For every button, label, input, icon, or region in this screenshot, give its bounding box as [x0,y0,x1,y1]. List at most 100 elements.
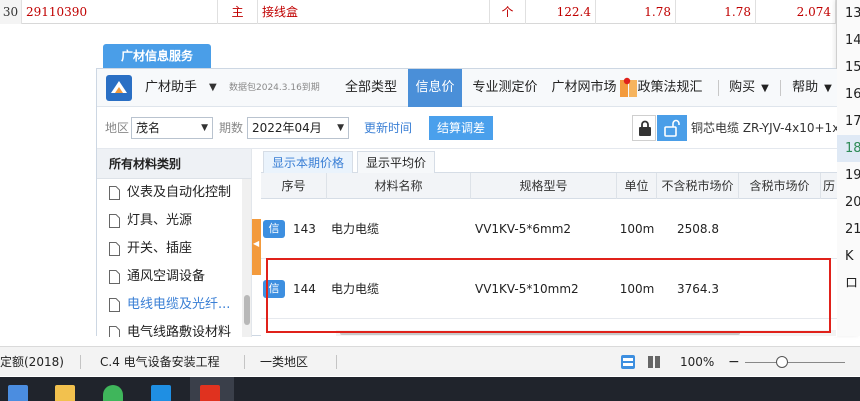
list-item[interactable]: 15 [837,54,860,81]
list-item[interactable]: 13 [837,0,860,27]
seq-number: 143 [293,222,316,236]
seq-cell: 信 143 [263,199,327,259]
column-header[interactable]: 序号 [261,173,327,199]
status-divider [336,355,337,369]
assistant-menu[interactable]: 广材助手 [145,69,197,107]
zoom-slider-knob[interactable] [776,356,788,368]
status-region: 一类地区 [260,355,309,369]
price-grid-area: 显示本期价格 显示平均价 序号 材料名称 规格型号 单位 不含税市场价 含税市场… [261,149,837,337]
material-unit[interactable]: 个 [490,0,526,24]
list-item[interactable]: 19 [837,162,860,189]
status-quota: 定额(2018) [0,355,64,369]
panel-toolbar: 广材助手 ▼ 数据包2024.3.16到期 全部类型 信息价 专业测定价 广材网… [97,69,837,107]
document-icon [109,186,120,200]
price-cell-1[interactable]: 1.78 [596,0,676,24]
column-header[interactable]: 历 [821,173,837,199]
normal-view-icon[interactable] [620,354,636,370]
zoom-slider-track[interactable] [745,362,845,363]
nav-info-price[interactable]: 信息价 [408,69,462,107]
material-type[interactable]: 主 [218,0,258,24]
list-item[interactable]: K [837,243,860,270]
lock-button[interactable] [632,115,656,141]
zoom-level: 100% [680,355,715,369]
preview-app-icon[interactable] [151,385,171,401]
folder-app-icon[interactable] [55,385,75,401]
split-view-icon[interactable] [646,354,662,370]
category-item-label: 开关、插座 [127,241,193,256]
document-icon [109,214,120,228]
nav-professional-price[interactable]: 专业测定价 [465,69,545,107]
list-item[interactable]: 16 [837,81,860,108]
tab-current-price[interactable]: 显示本期价格 [263,151,354,173]
category-sidebar: 所有材料类别 仪表及自动化控制 灯具、光源 开关、插座 通风空调设备 电线电缆及… [97,149,252,337]
os-taskbar [0,377,860,401]
nav-policy-regulations[interactable]: 政策法规汇 [637,69,703,107]
unit-cell: 100m [619,222,655,236]
document-icon [109,270,120,284]
price-excl-tax-cell: 3764.3 [677,282,719,296]
category-item-switches[interactable]: 开关、插座 [97,235,251,263]
settle-adjust-button[interactable]: 结算调差 [429,116,494,140]
price-cell-2[interactable]: 1.78 [676,0,756,24]
update-time-button[interactable]: 更新时间 [359,117,417,139]
category-item-label: 电气线路敷设材料 [127,325,232,337]
column-header[interactable]: 材料名称 [327,173,471,199]
column-header[interactable]: 单位 [617,173,657,199]
period-select[interactable]: 2022年04月 ▼ [247,117,349,139]
budget-table-row[interactable]: 30 29110390 主 接线盒 个 122.4 1.78 1.78 2.07… [0,0,836,24]
guangcai-logo-icon [106,75,132,101]
category-item-hvac[interactable]: 通风空调设备 [97,263,251,291]
nav-guangcai-market[interactable]: 广材网市场 [549,69,619,107]
panel-tab-material-info[interactable]: 广材信息服务 [103,44,211,68]
zoom-out-icon[interactable]: − [728,347,740,377]
material-quantity[interactable]: 122.4 [526,0,596,24]
table-row[interactable]: 信 143 电力电缆 VV1KV-5*6mm2 100m 2508.8 [261,199,837,259]
unit-cell: 100m [619,282,655,296]
material-code[interactable]: 29110390 [22,0,218,24]
collapse-sidebar-handle[interactable]: ◀ [252,219,261,275]
sidebar-scrollbar-thumb[interactable] [244,295,250,325]
list-item[interactable]: 21 [837,216,860,243]
column-header[interactable]: 不含税市场价 [657,173,739,199]
list-item[interactable]: 14 [837,27,860,54]
category-item-wiring[interactable]: 电气线路敷设材料 [97,319,251,337]
price-cell-3[interactable]: 2.074 [756,0,836,24]
calculator-app-icon[interactable] [8,385,28,401]
number-dropdown-list[interactable]: 13 14 15 16 17 18 19 20 21 K ロ [836,0,860,336]
nav-help[interactable]: 帮助 ▼ [787,69,837,107]
nav-buy-label: 购买 [729,80,756,95]
list-item[interactable]: 17 [837,108,860,135]
price-excl-tax-cell: 2508.8 [677,222,719,236]
nav-divider [780,80,781,96]
nav-all-types[interactable]: 全部类型 [337,69,405,107]
column-header[interactable]: 规格型号 [471,173,617,199]
column-header[interactable]: 含税市场价 [739,173,821,199]
chevron-left-icon: ◀ [253,239,260,248]
material-name-cell: 电力电缆 [331,282,380,296]
nav-divider [718,80,719,96]
browser-app-icon[interactable] [103,385,123,401]
table-row[interactable]: 信 144 电力电缆 VV1KV-5*10mm2 100m 3764.3 [261,259,837,319]
unlock-button[interactable] [657,115,687,141]
category-item-label: 仪表及自动化控制 [127,185,232,200]
chevron-down-icon: ▼ [201,123,208,133]
chevron-down-icon: ▼ [337,123,344,133]
status-bar: 定额(2018) C.4 电气设备安装工程 一类地区 100% − [0,346,860,376]
nav-help-label: 帮助 [792,80,819,95]
category-item-cables[interactable]: 电线电缆及光纤... [97,291,251,319]
category-item-lamps[interactable]: 灯具、光源 [97,207,251,235]
material-name[interactable]: 接线盒 [258,0,490,24]
list-item[interactable]: ロ [837,270,860,297]
region-select[interactable]: 茂名 ▼ [131,117,213,139]
region-label: 地区 [105,121,130,135]
list-item-selected[interactable]: 18 [837,135,860,162]
region-select-value: 茂名 [136,121,161,135]
nav-buy[interactable]: 购买 ▼ [723,69,775,107]
list-item[interactable]: 20 [837,189,860,216]
tab-average-price[interactable]: 显示平均价 [357,151,436,173]
info-price-badge: 信 [263,280,285,298]
category-item-instrument[interactable]: 仪表及自动化控制 [97,179,251,207]
chevron-down-icon[interactable]: ▼ [209,69,217,107]
horizontal-scrollbar-thumb[interactable] [340,331,740,335]
pricing-app-icon[interactable] [200,385,220,401]
